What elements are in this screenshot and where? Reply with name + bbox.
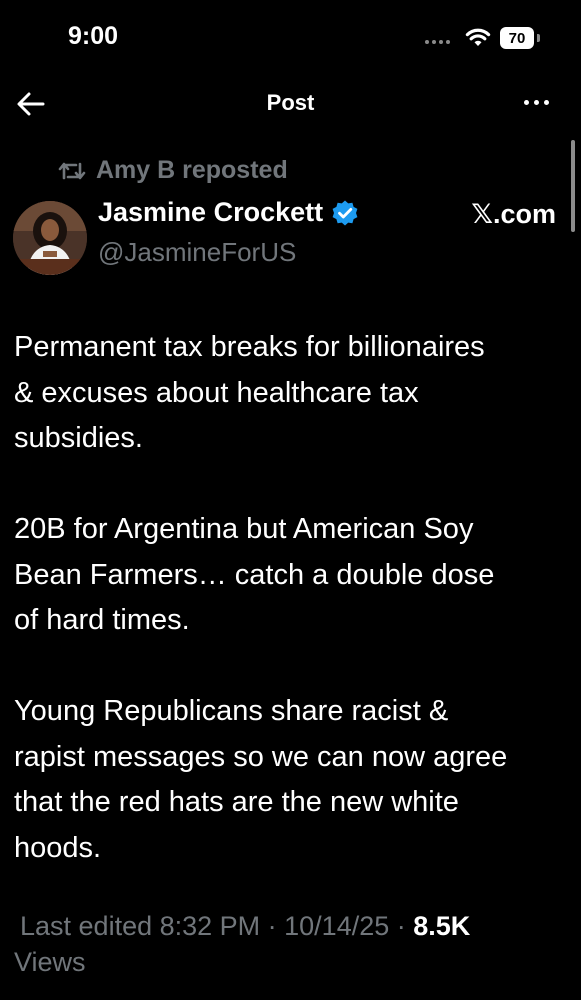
scrollbar[interactable] [571,140,575,232]
author-row: Jasmine Crockett [98,197,359,228]
verified-badge-icon [332,200,358,225]
post-paragraph: 20B for Argentina but American Soy Bean … [14,513,495,636]
repost-indicator: Amy B reposted [58,156,288,185]
post-paragraph: Young Republicans share racist & rapist … [14,695,508,864]
signal-dots-icon [425,40,450,44]
author-handle[interactable]: @JasmineForUS [98,237,296,268]
status-time: 9:00 [68,22,119,50]
post-paragraph: Permanent tax breaks for billionaires & … [14,331,485,454]
nav-bar: Post [0,78,581,130]
author-name[interactable]: Jasmine Crockett [98,197,323,228]
repost-icon [58,162,86,179]
edited-timestamp[interactable]: Last edited 8:32 PM · 10/14/25 [14,911,397,941]
avatar[interactable] [13,201,87,275]
wifi-icon [465,28,491,46]
source-label: 𝕏.com [471,199,556,229]
views-count: 8.5K [413,911,471,941]
page-title: Post [266,90,315,115]
status-bar: 9:00 70 [0,0,581,78]
post-metadata: Last edited 8:32 PM · 10/14/25 · 8.5K Vi… [14,911,471,977]
repost-label: Amy B reposted [96,156,288,184]
more-horizontal-icon[interactable] [524,100,549,105]
avatar-image [13,201,87,275]
post-text: Permanent tax breaks for billionaires & … [14,325,574,917]
views-label: Views [14,947,86,977]
battery-icon: 70 [500,27,534,49]
battery-cap [537,34,540,42]
